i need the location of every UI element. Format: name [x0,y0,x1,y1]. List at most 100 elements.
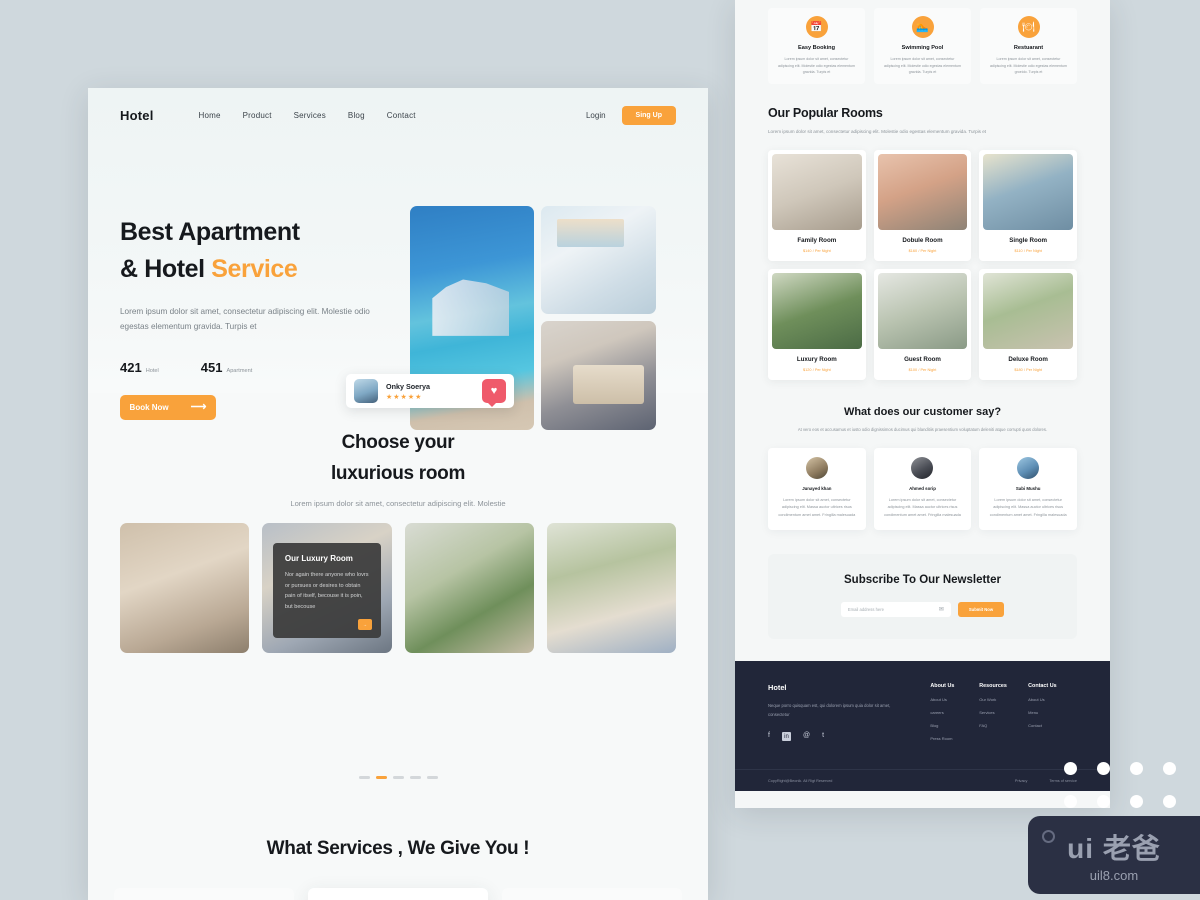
heart-icon[interactable]: ♥ [482,379,506,407]
feature-card-swimming-pool[interactable]: 🏊 Swimming Pool Lorem ipsum dolor sit am… [874,8,971,84]
price-unit: / Per Night [918,368,937,373]
footer-link[interactable]: About Us [930,697,979,702]
linkedin-icon[interactable]: in [781,732,791,742]
stat-hotel-value: 421 [120,360,142,376]
luxury-room-overlay-card: Our Luxury Room Nor again there anyone w… [272,543,381,638]
room-price-value: $120 [802,368,812,373]
footer-link[interactable]: Blog [930,723,979,728]
signup-button[interactable]: Sing Up [621,105,676,125]
footer-link[interactable]: careers [930,710,979,715]
room-image [772,273,862,350]
footer-link[interactable]: Menu [1028,710,1077,715]
star-rating-icon: ★★★★★ [386,393,423,401]
testimonials-subtitle: At vero eos et accusamus et iusto odio d… [797,427,1048,433]
nav-links: Home Product Services Blog Contact [199,111,416,120]
footer-column-heading: Resources [979,683,1007,690]
facebook-icon[interactable]: f [768,732,770,741]
hero-image-bedroom [541,321,656,430]
twitter-icon[interactable]: t [822,732,824,741]
footer-column-heading: About Us [930,683,955,690]
room-price: $140 / Per Night [768,248,866,253]
room-name: Dobule Room [902,237,943,245]
services-title: What Services , We Give You ! [266,838,530,859]
testimonial-card[interactable]: Sabi Mushu Lorem ipsum dolor sit amet, c… [979,447,1077,531]
privacy-link[interactable]: Privacy [1015,779,1027,783]
testimonial-text: Lorem ipsum dolor sit amet, consectetur … [989,497,1067,517]
nav-actions: Login Sing Up [586,105,676,125]
room-card-dobule[interactable]: Dobule Room $160 / Per Night [873,150,972,262]
nav-link-blog[interactable]: Blog [348,111,365,120]
testimonial-card[interactable]: Ahmed sorip Lorem ipsum dolor sit amet, … [873,447,972,531]
nav-link-services[interactable]: Services [294,111,326,120]
room-name: Single Room [1009,237,1048,245]
room-price: $110 / Per Night [979,248,1077,253]
footer-link[interactable]: Services [979,710,1028,715]
price-unit: / Per Night [918,249,937,254]
room-card-family[interactable]: Family Room $140 / Per Night [768,150,866,262]
pagination-dash-active[interactable] [375,776,387,779]
avatar [354,379,378,403]
room-price: $100 / Per Night [874,367,972,372]
feature-card-restaurant[interactable]: 🍽 Restuarant Lorem ipsum dolor sit amet,… [980,8,1077,84]
instagram-icon[interactable]: @ [803,732,810,741]
footer-link[interactable]: Press Room [930,736,979,741]
footer-link[interactable]: FAQ [979,723,1028,728]
stat-apartment-value: 451 [200,360,223,376]
gallery-item[interactable] [120,523,250,653]
book-now-button[interactable]: Book Now ⟶ [120,395,216,421]
top-navigation-bar: Hotel Home Product Services Blog Contact… [88,88,708,142]
room-price-value: $160 [908,249,918,254]
testimonials-grid: Junayed khan Lorem ipsum dolor sit amet,… [768,447,1077,531]
service-card-free-wifi[interactable]: 📶 Free Wifi Lorem ipsum dolor sit amet, … [114,888,294,900]
hero-image-column [541,206,656,430]
gallery-item[interactable]: Our Luxury Room Nor again there anyone w… [262,523,392,653]
room-card-single[interactable]: Single Room $110 / Per Night [979,150,1077,262]
room-card-luxury[interactable]: Luxury Room $120 / Per Night [768,269,866,381]
feature-card-easy-booking[interactable]: 📅 Easy Booking Lorem ipsum dolor sit ame… [768,8,865,84]
footer-link[interactable]: About Us [1028,697,1077,702]
testimonial-text: Lorem ipsum dolor sit amet, consectetur … [778,497,856,517]
nav-link-home[interactable]: Home [199,111,221,120]
footer: Hotel Neque porro quisquam est, qui dolo… [735,661,1110,792]
room-price: $180 / Per Night [979,367,1077,372]
room-card-deluxe[interactable]: Deluxe Room $180 / Per Night [979,269,1077,381]
feature-text: Lorem ipsum dolor sit amet, consectetur … [989,57,1068,75]
footer-column-about-us: About Us About Us careers Blog Press Roo… [930,683,979,741]
social-links: f in @ t [768,732,894,742]
room-price-value: $100 [908,368,918,373]
pagination-dash[interactable] [426,776,438,779]
room-image [877,273,968,350]
mail-icon: ✉ [938,607,944,614]
pagination-dash[interactable] [358,776,370,779]
gallery-item[interactable] [546,523,676,653]
newsletter-title: Subscribe To Our Newsletter [844,574,1001,587]
overlay-arrow-button[interactable]: → [357,619,372,630]
nav-link-contact[interactable]: Contact [387,111,416,120]
room-image [877,154,968,231]
email-field[interactable]: Email address here ✉ [840,602,951,618]
login-link[interactable]: Login [586,111,606,120]
testimonial-text: Lorem ipsum dolor sit amet, consectetur … [884,497,961,517]
room-name: Family Room [797,237,837,245]
footer-logo: Hotel [768,683,787,693]
service-card-support-team[interactable]: 🎧 Support Team Lorem ipsum dolor sit ame… [502,888,682,900]
submit-now-button[interactable]: Submit Now [957,602,1005,618]
nav-link-product[interactable]: Product [243,111,272,120]
site-logo[interactable]: Hotel [120,108,154,123]
price-unit: / Per Night [1023,249,1042,254]
avatar [805,456,828,479]
footer-link[interactable]: Contact [1028,723,1077,728]
service-card-beauty-health[interactable]: 🧴 Beauty & Helth Lorem ipsum dolor sit a… [308,888,488,900]
gallery-item[interactable] [404,523,534,653]
circle-icon [1042,830,1055,843]
hero-image-livingroom [541,206,656,314]
choose-room-title: Choose your luxurious room [88,428,708,490]
popular-rooms-title: Our Popular Rooms [768,106,883,120]
room-name: Luxury Room [796,356,837,364]
pagination-dash[interactable] [409,776,421,779]
room-card-guest[interactable]: Guest Room $100 / Per Night [873,269,972,381]
pagination-dash[interactable] [392,776,404,779]
hero-title-line2: & Hotel [120,255,212,283]
footer-link[interactable]: Our Work [979,697,1028,702]
testimonial-card[interactable]: Junayed khan Lorem ipsum dolor sit amet,… [768,447,866,531]
